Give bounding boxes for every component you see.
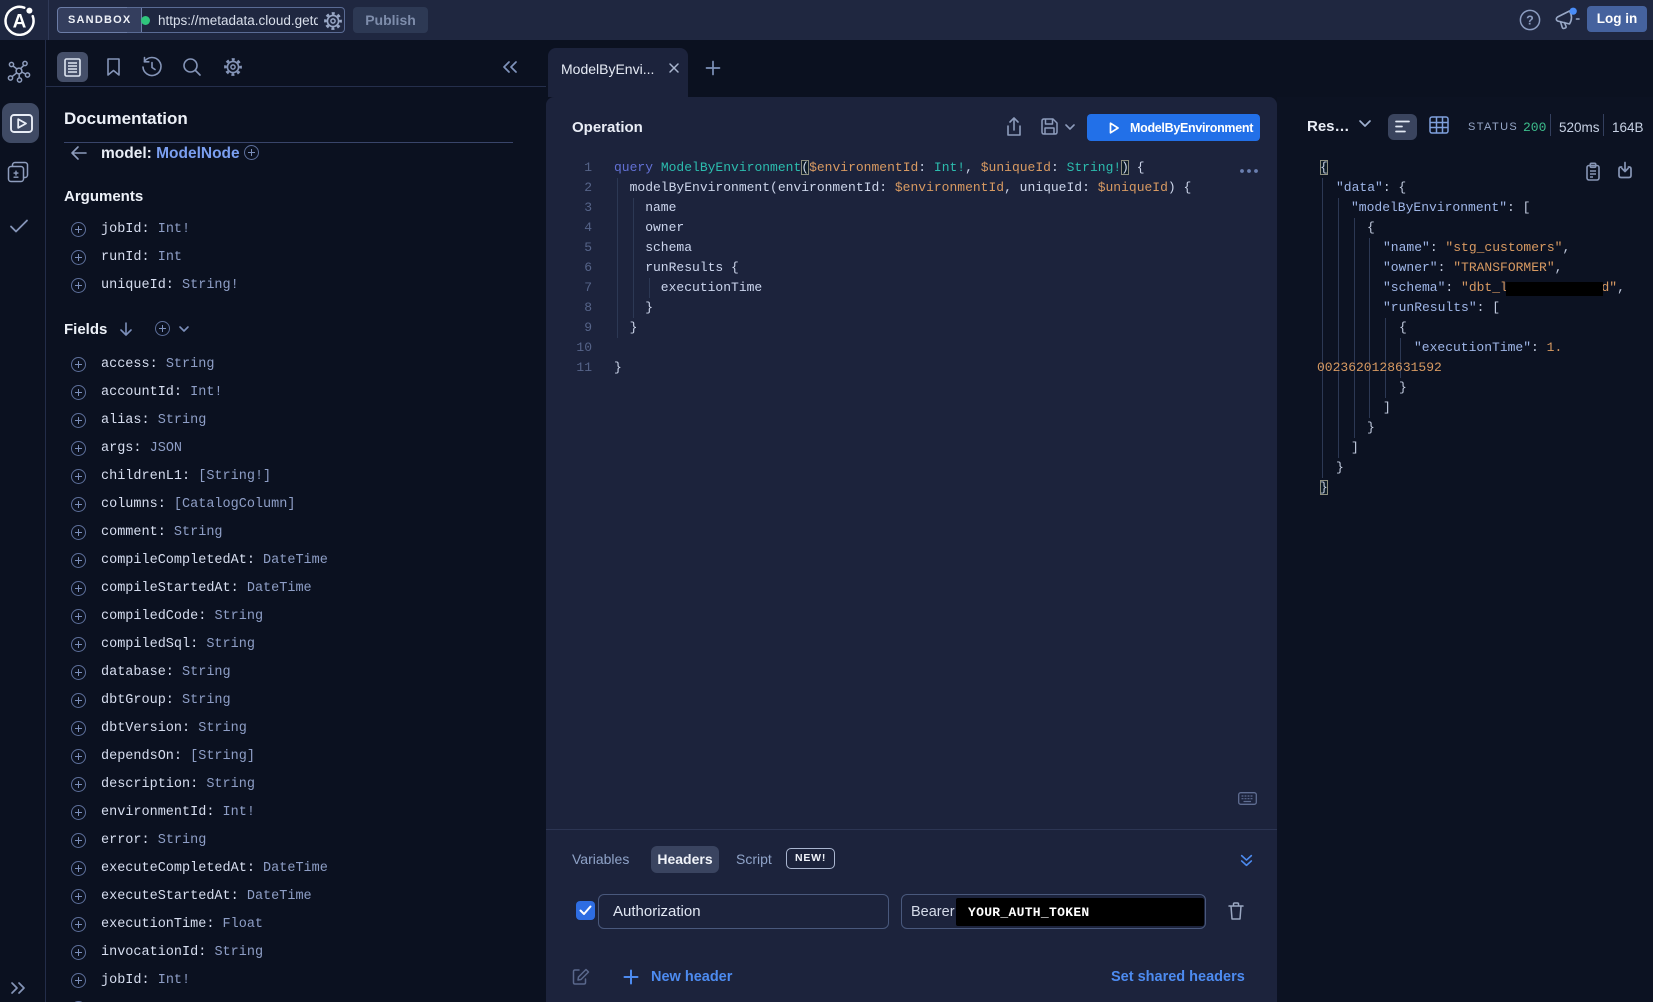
svg-text:?: ? (1526, 14, 1534, 28)
svg-text:A: A (13, 12, 27, 33)
